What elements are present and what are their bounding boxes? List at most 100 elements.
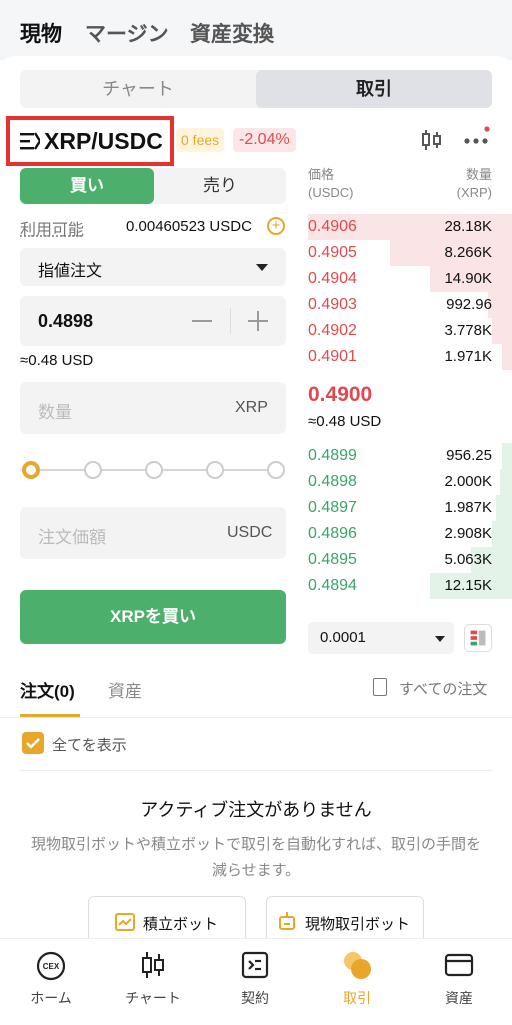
nav-contract-label: 契約 (241, 990, 269, 1006)
tab-convert[interactable]: 資産変換 (190, 18, 274, 48)
nav-assets[interactable]: 資産 (408, 939, 510, 1025)
ask-row[interactable]: 0.4902 3.778K (308, 318, 512, 344)
bid-qty: 956.25 (446, 447, 492, 464)
show-all-checkbox[interactable] (22, 732, 44, 754)
tab-spot[interactable]: 現物 (20, 18, 62, 48)
tab-margin[interactable]: マージン (85, 18, 169, 48)
ask-qty: 28.18K (444, 218, 492, 235)
bid-price: 0.4895 (308, 551, 357, 568)
price-step-select[interactable]: 0.0001 (308, 622, 454, 654)
price-approx-usd: ≈0.48 USD (20, 352, 94, 369)
ask-qty: 8.266K (444, 244, 492, 261)
more-icon[interactable] (462, 126, 492, 152)
bid-depth-bar (495, 495, 512, 521)
last-price-usd: ≈0.48 USD (308, 413, 382, 430)
nav-chart-label: チャート (125, 990, 181, 1006)
slider-step-100[interactable] (267, 461, 285, 479)
slider-step-25[interactable] (84, 461, 102, 479)
total-input[interactable]: 注文価額 USDC (20, 507, 286, 559)
price-input[interactable]: 0.4898 (20, 296, 286, 346)
nav-home-label: ホーム (30, 990, 72, 1006)
nav-assets-label: 資産 (445, 990, 473, 1006)
trade-icon (344, 952, 371, 979)
bid-row[interactable]: 0.4899 956.25 (308, 443, 512, 469)
ask-price: 0.4906 (308, 218, 357, 235)
menu-icon[interactable] (20, 131, 40, 151)
tab-orders[interactable]: 注文(0) (20, 677, 75, 702)
calendar-icon (115, 913, 135, 931)
nav-home[interactable]: CEX ホーム (0, 939, 102, 1025)
nav-trade[interactable]: 取引 (306, 939, 408, 1025)
bid-row[interactable]: 0.4895 5.063K (308, 547, 512, 573)
buy-xrp-button[interactable]: XRPを買い (20, 590, 286, 644)
ask-qty: 1.971K (444, 348, 492, 365)
qty-header: 数量 (465, 167, 492, 182)
contract-icon (241, 951, 269, 979)
ask-price: 0.4901 (308, 348, 357, 365)
bid-qty: 2.908K (444, 525, 492, 542)
robot-icon (279, 912, 295, 930)
quantity-unit: XRP (235, 399, 268, 416)
empty-description: 現物取引ボットや積立ボットで取引を自動化すれば、取引の手間を減らせます。 (30, 836, 481, 879)
all-orders-link[interactable]: すべての注文 (399, 678, 487, 699)
buy-tab[interactable]: 買い (20, 168, 154, 204)
slider-step-50[interactable] (145, 461, 163, 479)
ask-depth-bar (491, 318, 512, 344)
ask-qty: 14.90K (444, 270, 492, 287)
wallet-icon (444, 953, 474, 977)
ask-row[interactable]: 0.4903 992.96 (308, 292, 512, 318)
active-tab-underline (20, 714, 80, 717)
pair-name[interactable]: XRP/USDC (44, 128, 163, 155)
ask-qty: 3.778K (444, 322, 492, 339)
ask-price: 0.4903 (308, 296, 357, 313)
tab-chart[interactable]: チャート (20, 70, 256, 108)
document-icon[interactable] (373, 678, 387, 696)
nav-chart[interactable]: チャート (102, 939, 204, 1025)
candlestick-icon[interactable] (420, 128, 444, 152)
bid-depth-bar (491, 521, 512, 547)
quantity-input[interactable]: 数量 XRP (20, 382, 286, 434)
candlestick-icon (142, 952, 164, 978)
order-type-label: 指値注文 (38, 263, 103, 280)
last-price: 0.4900 (308, 383, 373, 406)
slider-step-75[interactable] (206, 461, 224, 479)
bid-qty: 2.000K (444, 473, 492, 490)
price-header: 価格 (308, 167, 335, 182)
bid-qty: 12.15K (444, 577, 492, 594)
available-label: 利用可能 (20, 222, 85, 239)
divider (230, 308, 231, 334)
ask-row[interactable]: 0.4901 1.971K (308, 344, 512, 370)
bid-qty: 1.987K (444, 499, 492, 516)
caret-down-icon (435, 636, 445, 642)
bid-row[interactable]: 0.4897 1.987K (308, 495, 512, 521)
deposit-plus-icon[interactable]: + (267, 217, 285, 235)
quantity-placeholder: 数量 (38, 403, 72, 422)
bid-depth-bar (499, 469, 512, 495)
slider-handle[interactable] (22, 461, 40, 479)
ask-qty: 992.96 (446, 296, 492, 313)
total-placeholder: 注文価額 (38, 528, 106, 547)
ask-row[interactable]: 0.4905 8.266K (308, 240, 512, 266)
orderbook-layout-icon[interactable] (464, 624, 492, 652)
bid-price: 0.4897 (308, 499, 357, 516)
nav-contract[interactable]: 契約 (204, 939, 306, 1025)
tab-assets[interactable]: 資産 (108, 677, 142, 702)
bid-row[interactable]: 0.4896 2.908K (308, 521, 512, 547)
qty-unit: (XRP) (456, 185, 492, 200)
bid-price: 0.4899 (308, 447, 357, 464)
order-type-select[interactable]: 指値注文 (20, 248, 286, 286)
view-toggle: チャート 取引 (20, 70, 492, 108)
change-badge: -2.04% (233, 128, 296, 152)
available-value: 0.00460523 USDC (126, 218, 252, 235)
dca-bot-label: 積立ボット (143, 916, 219, 933)
ask-row[interactable]: 0.4904 14.90K (308, 266, 512, 292)
sell-tab[interactable]: 売り (154, 168, 286, 204)
empty-title: アクティブ注文がありません (140, 800, 372, 820)
tab-trade[interactable]: 取引 (256, 70, 492, 108)
bid-row[interactable]: 0.4894 12.15K (308, 573, 512, 599)
bid-row[interactable]: 0.4898 2.000K (308, 469, 512, 495)
ask-row[interactable]: 0.4906 28.18K (308, 214, 512, 240)
check-icon (26, 738, 40, 749)
plus-icon-stem[interactable] (257, 311, 259, 331)
minus-icon[interactable] (192, 320, 212, 322)
